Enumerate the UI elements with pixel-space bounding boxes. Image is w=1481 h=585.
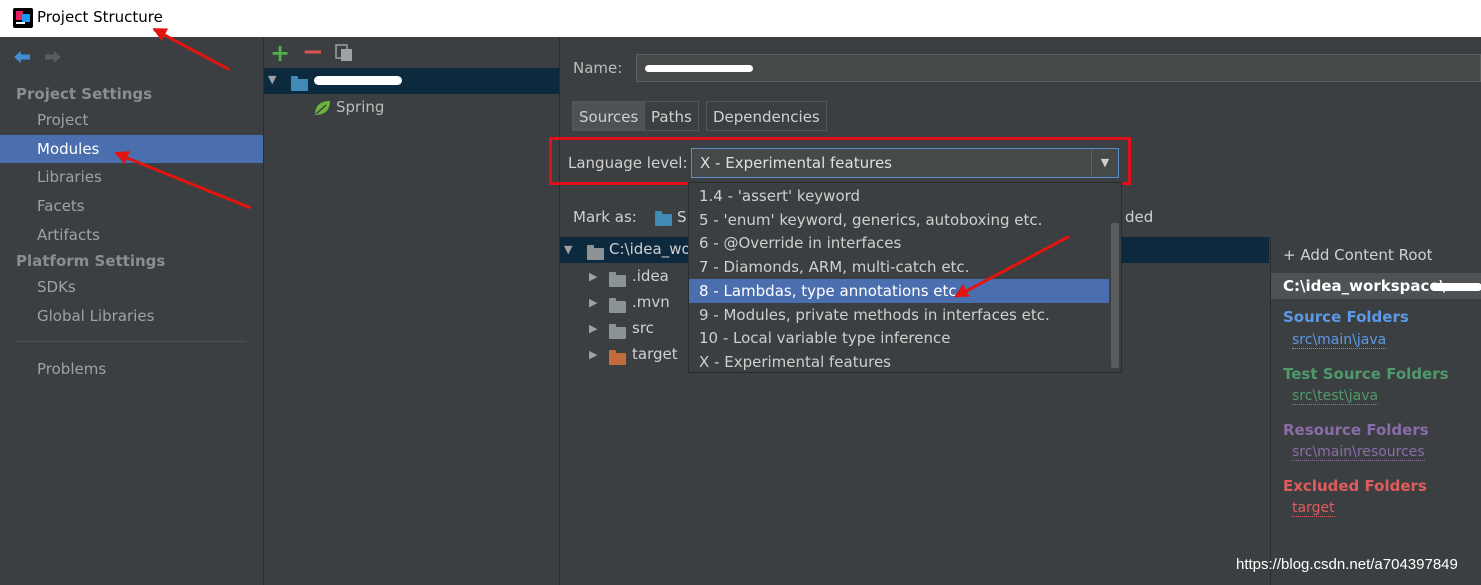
collapse-arrow-icon[interactable]: ▶ [589, 348, 597, 361]
spring-facet-label[interactable]: Spring [336, 98, 384, 116]
dropdown-option[interactable]: 7 - Diamonds, ARM, multi-catch etc. [689, 255, 1109, 279]
tab-sources[interactable]: Sources [572, 101, 646, 131]
sources-folder-icon[interactable] [655, 210, 672, 228]
add-content-root-button[interactable]: + Add Content Root [1283, 246, 1433, 264]
folder-label: src [632, 319, 654, 337]
content-root-path: C:\idea_wo [609, 240, 691, 258]
copy-icon[interactable] [335, 44, 353, 62]
watermark: https://blog.csdn.net/a704397849 [1236, 556, 1458, 573]
content-roots-panel: + Add Content Root C:\idea_workspace\ So… [1270, 237, 1481, 585]
nav-item-project[interactable]: Project [0, 106, 263, 134]
tab-paths[interactable]: Paths [644, 101, 699, 131]
language-level-label: Language level: [568, 154, 688, 172]
remove-icon[interactable]: − [302, 37, 324, 67]
folder-label: target [632, 345, 678, 363]
folder-icon [587, 244, 604, 262]
collapse-arrow-icon[interactable]: ▶ [589, 296, 597, 309]
module-tree-pane: + − ▼ Spring [264, 37, 560, 585]
mark-as-label: Mark as: [573, 208, 637, 226]
tab-dependencies[interactable]: Dependencies [706, 101, 827, 131]
dropdown-option[interactable]: 1.4 - 'assert' keyword [689, 184, 1109, 208]
dropdown-option[interactable]: 10 - Local variable type inference [689, 326, 1109, 350]
nav-item-problems[interactable]: Problems [0, 355, 263, 383]
excluded-folders-title: Excluded Folders [1283, 477, 1427, 495]
folder-icon [609, 297, 626, 315]
folder-label: .idea [632, 267, 669, 285]
intellij-logo-icon [13, 8, 33, 28]
title-bar: Project Structure [0, 0, 1481, 37]
collapse-arrow-icon[interactable]: ▶ [589, 270, 597, 283]
spring-leaf-icon [315, 101, 330, 115]
name-label: Name: [573, 59, 623, 77]
project-settings-header: Project Settings [16, 85, 153, 103]
test-source-folders-title: Test Source Folders [1283, 365, 1449, 383]
dropdown-option[interactable]: 6 - @Override in interfaces [689, 231, 1109, 255]
arrow-left-icon[interactable] [12, 49, 32, 65]
folder-icon [609, 323, 626, 341]
expand-arrow-icon[interactable]: ▼ [268, 73, 276, 86]
dropdown-option-selected[interactable]: 8 - Lambdas, type annotations etc. [689, 279, 1109, 303]
language-level-value: X - Experimental features [700, 154, 892, 172]
test-source-folder-path[interactable]: src\test\java [1292, 388, 1379, 405]
nav-item-global-libraries[interactable]: Global Libraries [0, 302, 263, 330]
language-level-combo[interactable]: X - Experimental features ▼ [691, 148, 1119, 178]
redacted-name-value [645, 65, 753, 72]
source-folders-title: Source Folders [1283, 308, 1409, 326]
mark-as-sources-button[interactable]: S [677, 208, 687, 226]
dropdown-option[interactable]: 9 - Modules, private methods in interfac… [689, 303, 1109, 327]
excluded-folder-icon [609, 349, 626, 367]
redacted-module-name [314, 76, 402, 85]
module-folder-icon [291, 75, 308, 93]
expand-arrow-icon[interactable]: ▼ [564, 243, 572, 256]
nav-item-libraries[interactable]: Libraries [0, 163, 263, 191]
redacted-root-name [1431, 283, 1481, 291]
language-level-dropdown: 1.4 - 'assert' keyword 5 - 'enum' keywor… [688, 182, 1122, 373]
resource-folders-title: Resource Folders [1283, 421, 1429, 439]
content-root-path: C:\idea_workspace\ [1283, 277, 1446, 295]
platform-settings-header: Platform Settings [16, 252, 166, 270]
mark-as-excluded-button[interactable]: ded [1125, 208, 1153, 226]
resource-folder-path[interactable]: src\main\resources [1292, 444, 1425, 461]
nav-divider [16, 341, 246, 342]
chevron-down-icon[interactable]: ▼ [1091, 149, 1118, 177]
dropdown-scrollbar[interactable] [1111, 223, 1119, 368]
arrow-right-icon[interactable] [43, 49, 63, 65]
dropdown-option[interactable]: 5 - 'enum' keyword, generics, autoboxing… [689, 208, 1109, 232]
content-root-header: C:\idea_workspace\ [1271, 273, 1481, 299]
dropdown-option[interactable]: X - Experimental features [689, 350, 1109, 374]
excluded-folder-path[interactable]: target [1292, 500, 1335, 517]
module-name-field[interactable] [636, 54, 1481, 82]
settings-nav: Project Settings Project Modules Librari… [0, 37, 264, 585]
module-tree-row[interactable]: ▼ [264, 68, 559, 94]
nav-item-artifacts[interactable]: Artifacts [0, 221, 263, 249]
folder-icon [609, 271, 626, 289]
add-icon[interactable]: + [270, 39, 290, 67]
window-title: Project Structure [37, 8, 163, 26]
folder-label: .mvn [632, 293, 670, 311]
nav-item-sdks[interactable]: SDKs [0, 273, 263, 301]
source-folder-path[interactable]: src\main\java [1292, 332, 1387, 349]
collapse-arrow-icon[interactable]: ▶ [589, 322, 597, 335]
